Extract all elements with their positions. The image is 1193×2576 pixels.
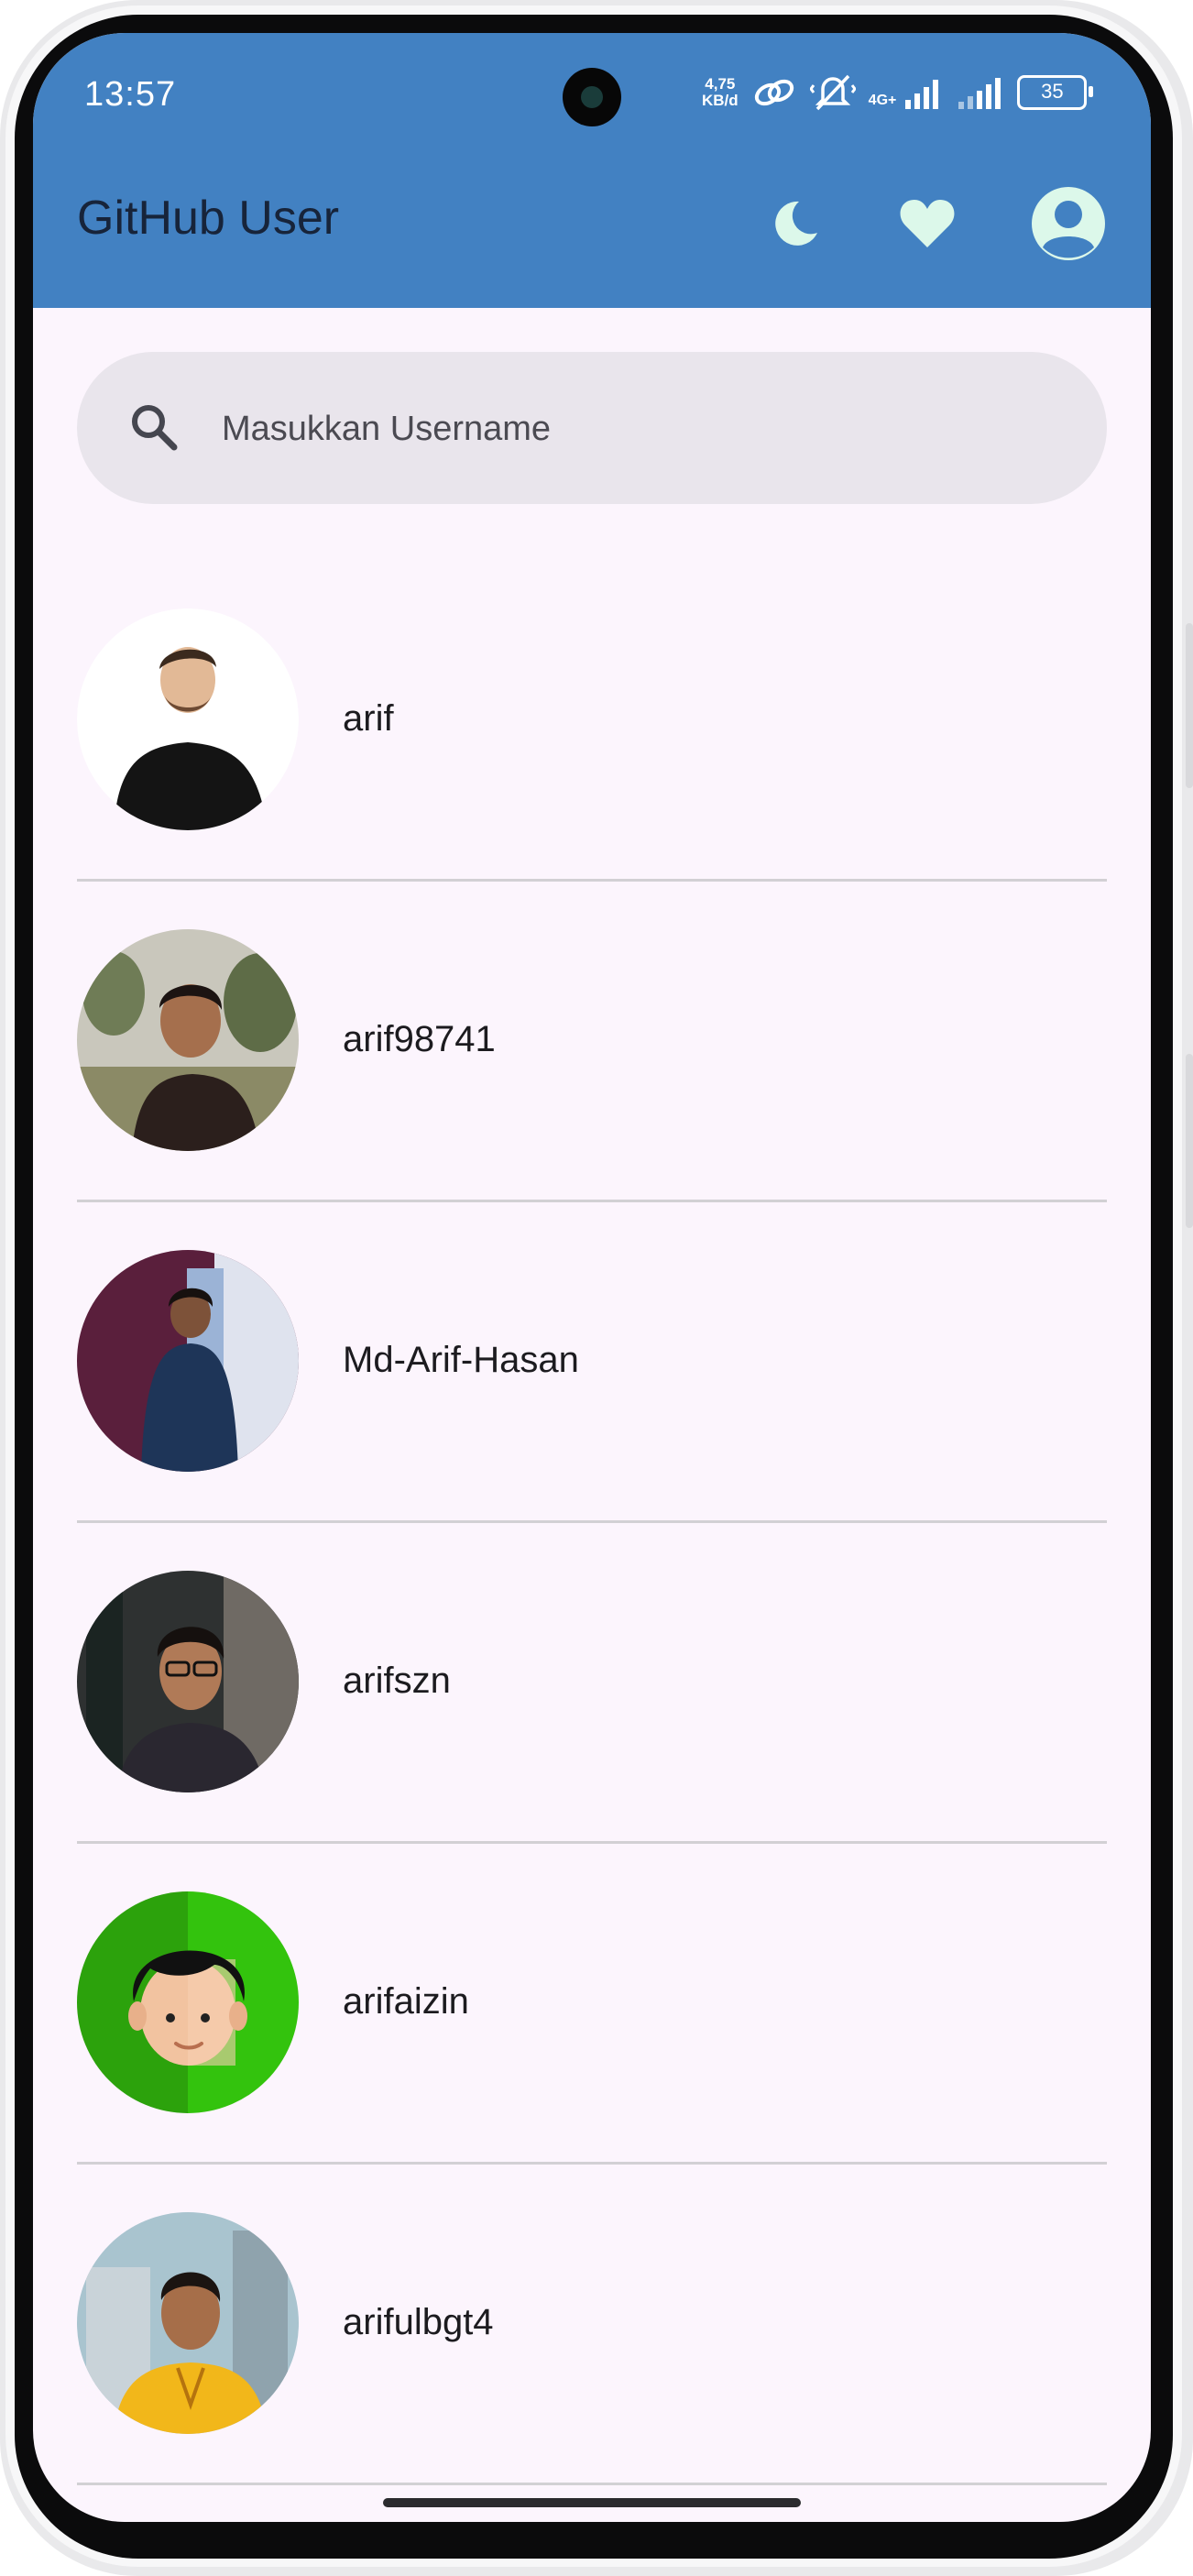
moon-icon	[775, 201, 817, 246]
user-avatar	[77, 929, 299, 1151]
favorites-button[interactable]	[889, 185, 966, 262]
status-bar: 13:57 4,75 KB/d 4G+ 35	[33, 33, 1151, 152]
link-icon	[754, 79, 794, 106]
status-icons: 4,75 KB/d 4G+ 35	[702, 70, 1094, 115]
user-avatar	[77, 2212, 299, 2434]
app-bar: 13:57 4,75 KB/d 4G+ 35 GitHub User	[33, 33, 1151, 308]
username: Md-Arif-Hasan	[343, 1340, 579, 1380]
username: arif	[343, 698, 394, 739]
list-item[interactable]: arif98741	[77, 882, 1107, 1202]
volume-button	[1186, 623, 1193, 788]
account-circle-icon	[1032, 187, 1105, 260]
list-item[interactable]: arif	[77, 561, 1107, 882]
user-avatar	[77, 1891, 299, 2113]
network-speed-value: 4,75	[705, 75, 736, 93]
user-avatar	[77, 1571, 299, 1792]
status-time: 13:57	[84, 75, 177, 114]
list-item[interactable]: Md-Arif-Hasan	[77, 1202, 1107, 1523]
search-input[interactable]	[220, 398, 1048, 460]
username: arifaizin	[343, 1981, 469, 2022]
search-icon	[132, 405, 178, 451]
vibrate-muted-icon	[809, 74, 856, 111]
user-avatar	[77, 1250, 299, 1472]
search-bar[interactable]	[77, 352, 1107, 504]
battery-indicator: 35	[1017, 75, 1094, 110]
profile-button[interactable]	[1030, 185, 1107, 262]
app-screen: 13:57 4,75 KB/d 4G+ 35 GitHub User Masuk…	[33, 33, 1151, 2522]
network-speed-unit: KB/d	[702, 92, 739, 109]
heart-icon	[900, 200, 955, 247]
signal-strength-1: 4G+	[869, 76, 945, 109]
power-button	[1186, 1054, 1193, 1228]
front-camera	[563, 68, 621, 126]
network-speed: 4,75 KB/d	[702, 76, 739, 109]
signal-bars-icon	[905, 80, 939, 109]
username: arifulbgt4	[343, 2302, 494, 2342]
username: arif98741	[343, 1019, 496, 1059]
list-item[interactable]: arifszn	[77, 1523, 1107, 1844]
list-divider	[77, 2483, 1107, 2485]
user-list: arif arif98741 Md-Arif-Hasan arifszn ari…	[77, 561, 1107, 2485]
list-item[interactable]: arifaizin	[77, 1844, 1107, 2165]
list-item[interactable]: arifulbgt4	[77, 2165, 1107, 2485]
user-avatar	[77, 608, 299, 830]
theme-toggle-button[interactable]	[757, 185, 834, 262]
network-type: 4G+	[868, 93, 897, 108]
app-title: GitHub User	[77, 192, 340, 245]
username: arifszn	[343, 1661, 451, 1701]
signal-bars-2-icon	[958, 78, 1001, 109]
home-indicator[interactable]	[383, 2498, 801, 2507]
